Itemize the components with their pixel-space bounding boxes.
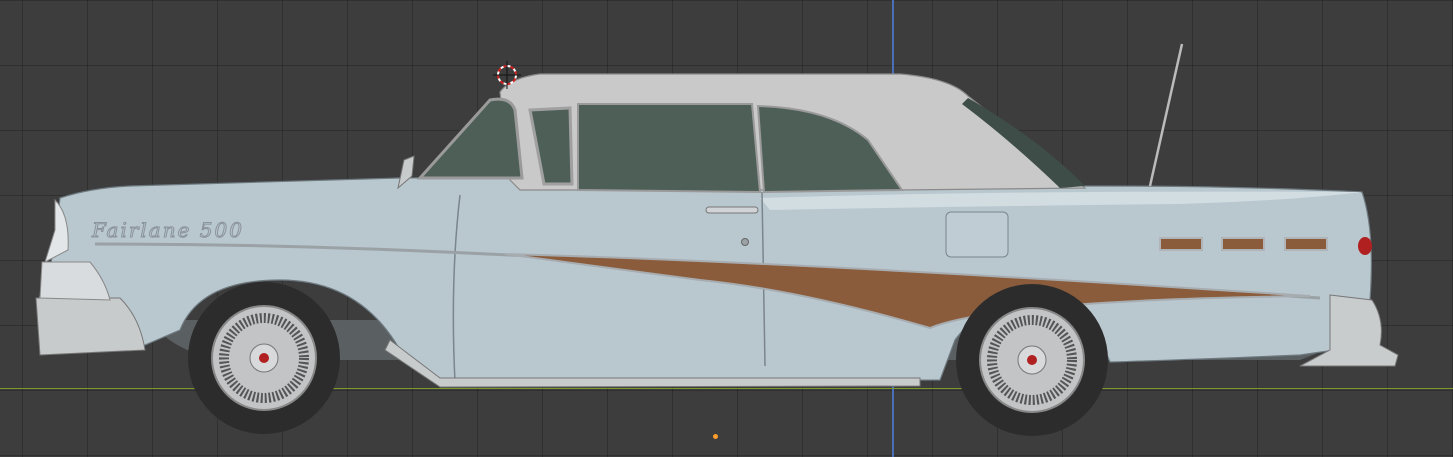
antenna — [1148, 43, 1184, 187]
object-origin-icon[interactable] — [713, 434, 718, 439]
quarter-vent-2 — [1221, 237, 1265, 251]
fuel-door[interactable] — [945, 211, 1009, 258]
quarter-vent-1 — [1159, 237, 1203, 251]
model-badge: Fairlane 500 — [91, 218, 244, 242]
front-side-window — [577, 103, 762, 194]
windshield — [416, 97, 524, 180]
quarter-vent-3 — [1284, 237, 1328, 251]
front-wheel[interactable] — [188, 282, 340, 434]
door-lock — [741, 238, 749, 246]
car-model[interactable]: Fairlane 500 — [0, 0, 1453, 457]
rear-wheel[interactable] — [956, 284, 1108, 436]
tail-light — [1358, 237, 1372, 255]
3d-viewport[interactable]: Fairlane 500 — [0, 0, 1453, 457]
door-handle[interactable] — [705, 206, 759, 214]
